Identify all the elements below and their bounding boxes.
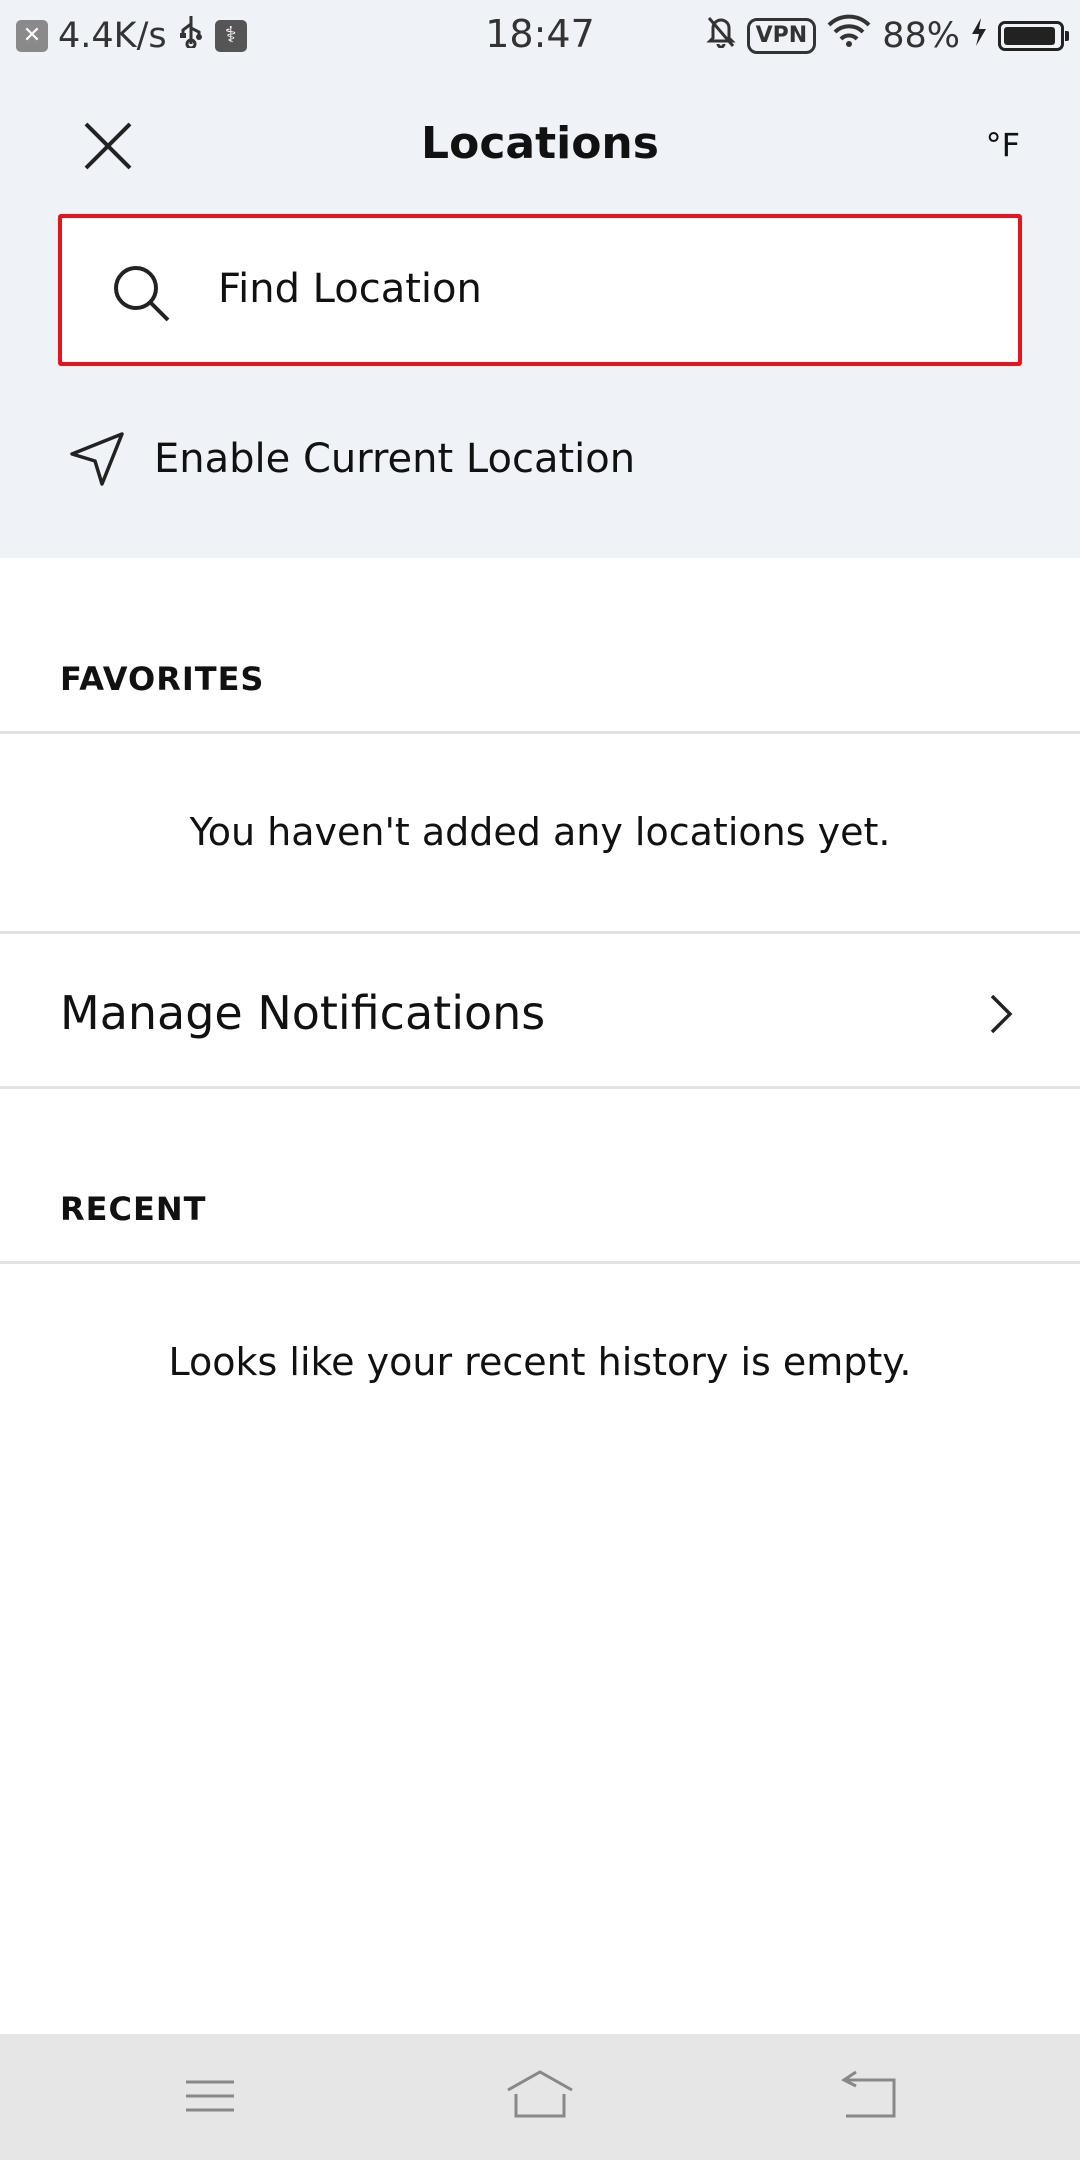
battery-percent: 88% [882,15,960,56]
manage-notifications-label: Manage Notifications [60,986,546,1040]
divider [0,1086,1080,1089]
home-icon [507,2070,573,2118]
status-right: VPN 88% [705,14,1069,57]
favorites-heading: FAVORITES [60,660,265,698]
search-icon [114,266,170,322]
system-navigation-bar [0,2034,1080,2160]
search-placeholder: Find Location [218,266,482,312]
manage-notifications-row[interactable]: Manage Notifications [0,936,1080,1086]
favorites-empty-message: You haven't added any locations yet. [189,810,891,854]
battery-icon [998,20,1069,51]
header: Locations °F [0,100,1080,190]
navigation-arrow-icon [70,432,124,486]
find-location-search[interactable]: Find Location [58,214,1022,366]
chevron-right-icon [990,994,1013,1034]
back-icon [841,2070,896,2118]
home-button[interactable] [500,2064,580,2128]
back-button[interactable] [830,2064,910,2128]
divider [0,1261,1080,1264]
status-bar: ✕ 4.4K/s ⚕ 18:47 VPN 88% [0,0,1080,72]
divider [0,731,1080,734]
enable-location-label: Enable Current Location [154,436,636,482]
page-title: Locations [421,118,659,169]
wifi-icon [826,14,872,57]
recent-empty-message: Looks like your recent history is empty. [168,1340,912,1384]
divider [0,931,1080,934]
vpn-icon: VPN [746,17,817,54]
temperature-unit-toggle[interactable]: °F [986,126,1020,164]
menu-icon [186,2080,234,2112]
menu-button[interactable] [170,2064,250,2128]
charging-icon [970,16,988,56]
bell-off-icon [705,14,737,57]
enable-current-location-button[interactable]: Enable Current Location [68,430,968,494]
recent-heading: RECENT [60,1190,207,1228]
